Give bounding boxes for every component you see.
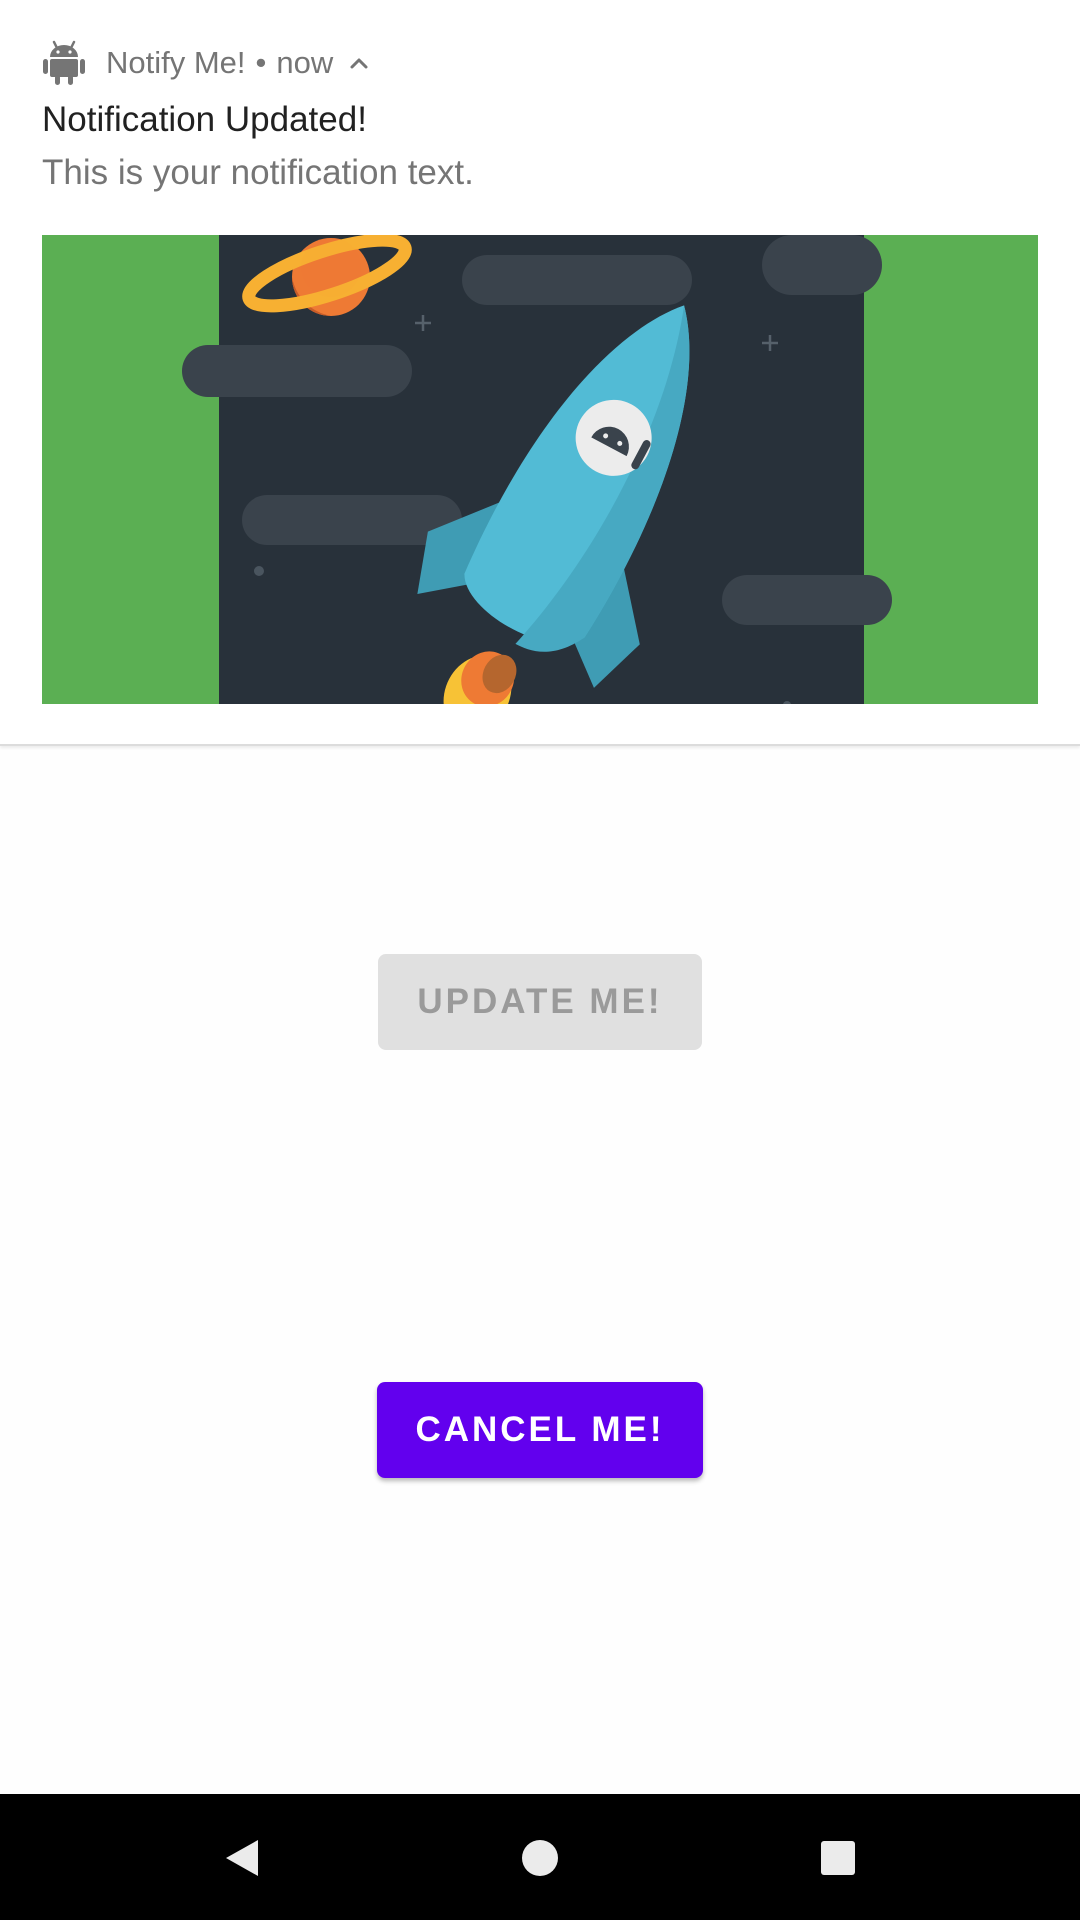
android-icon (42, 40, 86, 86)
cancel-button[interactable]: CANCEL ME! (377, 1382, 703, 1478)
notification-header: Notify Me! • now (42, 38, 373, 88)
chevron-up-icon[interactable] (345, 49, 373, 77)
screen: Notify Me! • now Notification Updated! T… (0, 0, 1080, 1920)
update-button[interactable]: UPDATE ME! (378, 954, 702, 1050)
app-name: Notify Me! (106, 45, 246, 80)
notification-card[interactable]: Notify Me! • now Notification Updated! T… (0, 0, 1080, 746)
notification-image (42, 235, 1038, 704)
recents-icon[interactable] (808, 1828, 868, 1888)
notification-title: Notification Updated! (42, 100, 367, 139)
header-separator: • (255, 45, 267, 80)
home-icon[interactable] (510, 1828, 570, 1888)
notification-text: This is your notification text. (42, 153, 474, 192)
navigation-bar (0, 1794, 1080, 1920)
back-icon[interactable] (212, 1828, 272, 1888)
notification-time: now (276, 45, 334, 80)
